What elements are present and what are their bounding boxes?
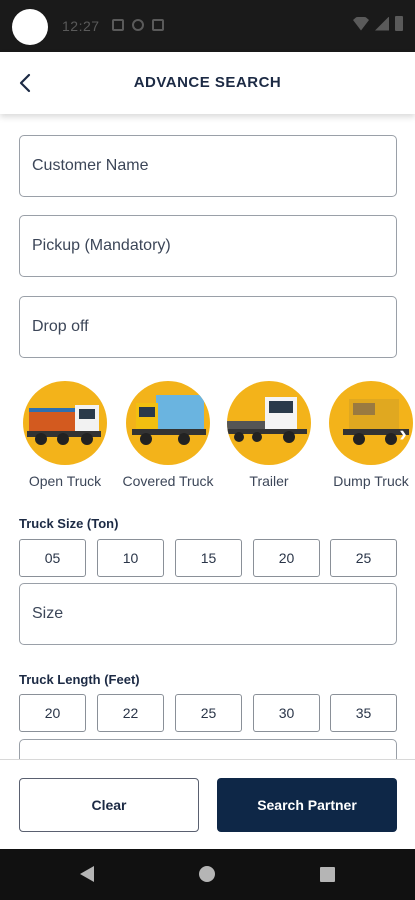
truck-size-option[interactable]: 25 — [330, 539, 397, 577]
size-field[interactable]: Size — [19, 583, 397, 645]
covered-truck-image — [126, 381, 210, 465]
vehicle-label: Covered Truck — [122, 473, 214, 489]
vehicle-covered-truck[interactable]: Covered Truck — [118, 381, 218, 489]
truck-length-label: Truck Length (Feet) — [19, 672, 140, 687]
status-time: 12:27 — [62, 18, 100, 34]
truck-size-label: Truck Size (Ton) — [19, 516, 119, 531]
trailer-image — [227, 381, 311, 465]
page-title: ADVANCE SEARCH — [133, 74, 282, 91]
wifi-icon — [353, 16, 369, 31]
clear-button[interactable]: Clear — [19, 778, 199, 832]
open-truck-image — [23, 381, 107, 465]
truck-length-option[interactable]: 35 — [330, 694, 397, 732]
truck-size-option[interactable]: 10 — [97, 539, 164, 577]
vehicle-label: Trailer — [249, 473, 289, 489]
action-bar: Clear Search Partner — [0, 759, 415, 849]
battery-icon — [395, 16, 403, 31]
truck-size-option[interactable]: 05 — [19, 539, 86, 577]
truck-length-option[interactable]: 20 — [19, 694, 86, 732]
customer-name-field[interactable]: Customer Name — [19, 135, 397, 197]
camera-cutout — [12, 9, 48, 45]
system-nav-bar — [0, 849, 415, 900]
notification-icon — [132, 19, 144, 31]
vehicle-label: Dump Truck — [333, 473, 409, 489]
dropoff-field[interactable]: Drop off — [19, 296, 397, 358]
nav-back-icon[interactable] — [80, 866, 94, 882]
vehicle-label: Open Truck — [28, 473, 102, 489]
chevron-right-icon[interactable]: › — [391, 419, 415, 449]
truck-size-option[interactable]: 15 — [175, 539, 242, 577]
notification-icon — [152, 19, 164, 31]
truck-size-option[interactable]: 20 — [253, 539, 320, 577]
truck-length-option[interactable]: 25 — [175, 694, 242, 732]
vehicle-open-truck[interactable]: Open Truck — [19, 381, 115, 489]
nav-recents-icon[interactable] — [320, 867, 335, 882]
app-header: ADVANCE SEARCH — [0, 52, 415, 114]
pickup-field[interactable]: Pickup (Mandatory) — [19, 215, 397, 277]
search-partner-button[interactable]: Search Partner — [217, 778, 397, 832]
nav-home-icon[interactable] — [199, 866, 215, 882]
truck-length-option[interactable]: 30 — [253, 694, 320, 732]
notification-icon — [112, 19, 124, 31]
status-bar: 12:27 — [0, 0, 415, 52]
search-form[interactable]: Customer Name Pickup (Mandatory) Drop of… — [0, 114, 415, 759]
vehicle-trailer[interactable]: Trailer — [219, 381, 319, 489]
truck-length-option[interactable]: 22 — [97, 694, 164, 732]
length-field[interactable] — [19, 739, 397, 759]
signal-icon — [375, 16, 389, 31]
status-icons — [353, 16, 403, 31]
vehicle-type-carousel[interactable]: Open Truck Covered Truck Trailer Dump Tr… — [19, 381, 415, 491]
